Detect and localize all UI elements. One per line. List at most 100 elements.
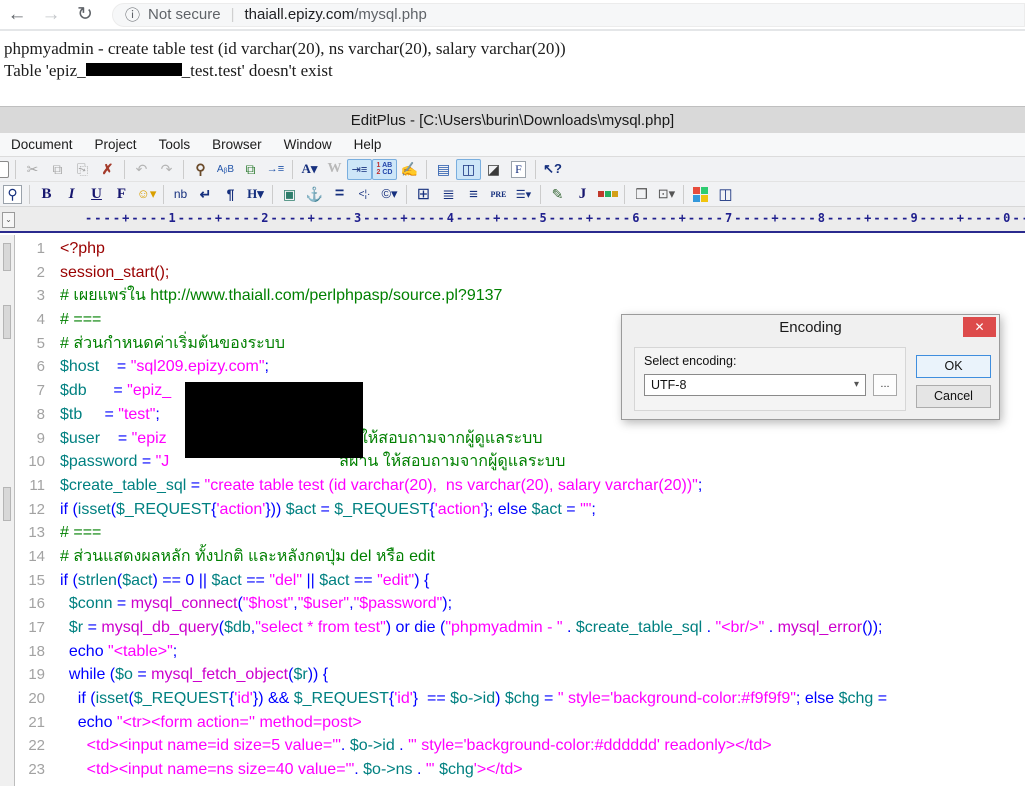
- objects-icon[interactable]: [595, 184, 620, 205]
- image-icon[interactable]: ▣: [277, 184, 302, 205]
- panel-drag-handle[interactable]: [3, 487, 11, 521]
- pre-icon[interactable]: PRE: [486, 184, 511, 205]
- browse-encodings-button[interactable]: ...: [873, 374, 897, 396]
- line-number: 1: [36, 240, 45, 257]
- tab-settings-icon[interactable]: ⇥≡: [347, 158, 372, 180]
- cliptext-window-icon[interactable]: ▤: [431, 159, 456, 180]
- line-number: 7: [36, 382, 45, 400]
- align-right-icon[interactable]: ≡: [461, 184, 486, 205]
- align-center-icon[interactable]: ≣: [436, 184, 461, 205]
- comment-icon[interactable]: <¦·: [352, 184, 377, 205]
- heading-icon[interactable]: H▾: [243, 184, 268, 205]
- column-select-icon[interactable]: 1 AB 2 CD: [372, 158, 397, 180]
- syntax-stamp-icon[interactable]: ✍: [397, 159, 422, 180]
- ruler-dropdown-icon[interactable]: ⌄: [2, 212, 15, 228]
- anchor-icon[interactable]: ⚓: [302, 184, 327, 205]
- line-number: 23: [28, 761, 45, 779]
- line-number: 17: [28, 619, 45, 636]
- word-wrap-icon[interactable]: W: [322, 159, 347, 180]
- line-number: 3: [36, 287, 45, 305]
- toolbar-html: ⚲ B I U F ☺▾ nb ↵ ¶ H▾ ▣ ⚓ = <¦· ©▾ ⊞ ≣ ≡ PRE ☰▾ ✎ J ❒ ⊡▾ ◫: [0, 182, 1025, 207]
- menu-project[interactable]: Project: [84, 137, 148, 152]
- cancel-button[interactable]: Cancel: [916, 385, 991, 408]
- code-line: 9 $user = "epiz ช้ ให้สอบถามจากผู้ดูแลระบบ: [16, 427, 887, 451]
- forward-icon[interactable]: →: [34, 4, 68, 26]
- code-line: 20 if (isset($_REQUEST{'id'}) && $_REQUE…: [16, 687, 887, 711]
- browser-toolbar: ← → ↻ ⓘ Not secure | thaiall.epizy.com/m…: [0, 0, 1025, 31]
- refresh-icon[interactable]: ↻: [68, 3, 102, 26]
- toolbar-separator: [163, 184, 164, 204]
- panel-drag-handle[interactable]: [3, 243, 11, 271]
- copy-icon[interactable]: ⧉: [45, 159, 70, 180]
- menu-tools[interactable]: Tools: [148, 137, 202, 152]
- select-encoding-label: Select encoding:: [644, 354, 737, 368]
- undo-icon[interactable]: ↶: [129, 159, 154, 180]
- code-line: 12 if (isset($_REQUEST{'action'})) $act =…: [16, 498, 887, 522]
- line-number: 22: [28, 737, 45, 755]
- php-output-line2: Table 'epiz_ _test.test' doesn't exist: [4, 61, 333, 80]
- line-number: 19: [28, 666, 45, 684]
- encoding-select[interactable]: UTF-8 ▾: [644, 374, 866, 396]
- windows-logo-icon[interactable]: [688, 184, 713, 205]
- line-number: 13: [28, 524, 45, 542]
- find-icon[interactable]: ⚲: [188, 159, 213, 180]
- toolbar-separator: [292, 159, 293, 179]
- line-number: 21: [28, 713, 45, 731]
- bold-icon[interactable]: B: [34, 184, 59, 205]
- replace-icon[interactable]: AᵦB: [213, 159, 238, 180]
- cut-icon[interactable]: ✂: [20, 159, 45, 180]
- menu-window[interactable]: Window: [273, 137, 343, 152]
- function-list-icon[interactable]: F: [506, 159, 531, 180]
- new-document-icon[interactable]: [0, 160, 9, 178]
- frame-icon[interactable]: ◫: [713, 184, 738, 205]
- smiley-icon[interactable]: ☺▾: [134, 184, 159, 205]
- line-break-icon[interactable]: ↵: [193, 184, 218, 205]
- font-tag-icon[interactable]: F: [109, 184, 134, 205]
- file-window-icon[interactable]: ◫: [456, 158, 481, 180]
- find-in-files-icon[interactable]: ⧉: [238, 159, 263, 180]
- code-line: 11 $create_table_sql = "create table test…: [16, 474, 887, 498]
- script-icon[interactable]: ✎: [545, 184, 570, 205]
- redaction-box: [185, 382, 363, 458]
- line-number: 4: [36, 311, 45, 329]
- editplus-menu-bar: Document Project Tools Browser Window Help: [0, 133, 1025, 157]
- code-line: 13 # ===: [16, 521, 887, 545]
- back-icon[interactable]: ←: [0, 4, 34, 26]
- list-icon[interactable]: ☰▾: [511, 184, 536, 205]
- delete-icon[interactable]: ✗: [95, 159, 120, 180]
- goto-line-icon[interactable]: →≡: [263, 159, 288, 180]
- line-number: 15: [28, 571, 45, 589]
- panel-drag-handle[interactable]: [3, 305, 11, 339]
- ok-button[interactable]: OK: [916, 355, 991, 378]
- folder-icon[interactable]: ❒: [629, 184, 654, 205]
- browser-preview-icon[interactable]: ⚲: [0, 184, 25, 205]
- underline-icon[interactable]: U: [84, 184, 109, 205]
- menu-help[interactable]: Help: [343, 137, 393, 152]
- tool-window-icon[interactable]: ◪: [481, 159, 506, 180]
- menu-document[interactable]: Document: [0, 137, 84, 152]
- address-bar[interactable]: ⓘ Not secure | thaiall.epizy.com/mysql.p…: [112, 2, 1025, 27]
- javascript-icon[interactable]: J: [570, 184, 595, 205]
- window-select-icon[interactable]: ⊡▾: [654, 184, 679, 205]
- hr-icon[interactable]: =: [327, 184, 352, 205]
- menu-browser[interactable]: Browser: [201, 137, 273, 152]
- code-line: 3 # เผยแพร่ใน http://www.thaiall.com/perl…: [16, 284, 887, 308]
- paste-icon[interactable]: ⎘: [70, 159, 95, 180]
- info-icon[interactable]: ⓘ: [125, 4, 140, 25]
- copyright-icon[interactable]: ©▾: [377, 184, 402, 205]
- line-number: 5: [36, 334, 45, 352]
- context-help-icon[interactable]: ↖?: [540, 159, 565, 180]
- table-icon[interactable]: ⊞: [411, 184, 436, 205]
- code-line: 16 $conn = mysql_connect("$host","$user"…: [16, 592, 887, 616]
- italic-icon[interactable]: I: [59, 184, 84, 205]
- redo-icon[interactable]: ↷: [154, 159, 179, 180]
- code-line: 22 <td><input name=id size=5 value='". $…: [16, 734, 887, 758]
- close-icon[interactable]: ✕: [963, 317, 996, 337]
- font-icon[interactable]: A▾: [297, 159, 322, 180]
- line-number: 16: [28, 595, 45, 613]
- toolbar-separator: [683, 184, 684, 204]
- paragraph-icon[interactable]: ¶: [218, 184, 243, 205]
- nbsp-icon[interactable]: nb: [168, 184, 193, 205]
- line-number: 2: [36, 263, 45, 281]
- chevron-down-icon: ▾: [853, 379, 859, 390]
